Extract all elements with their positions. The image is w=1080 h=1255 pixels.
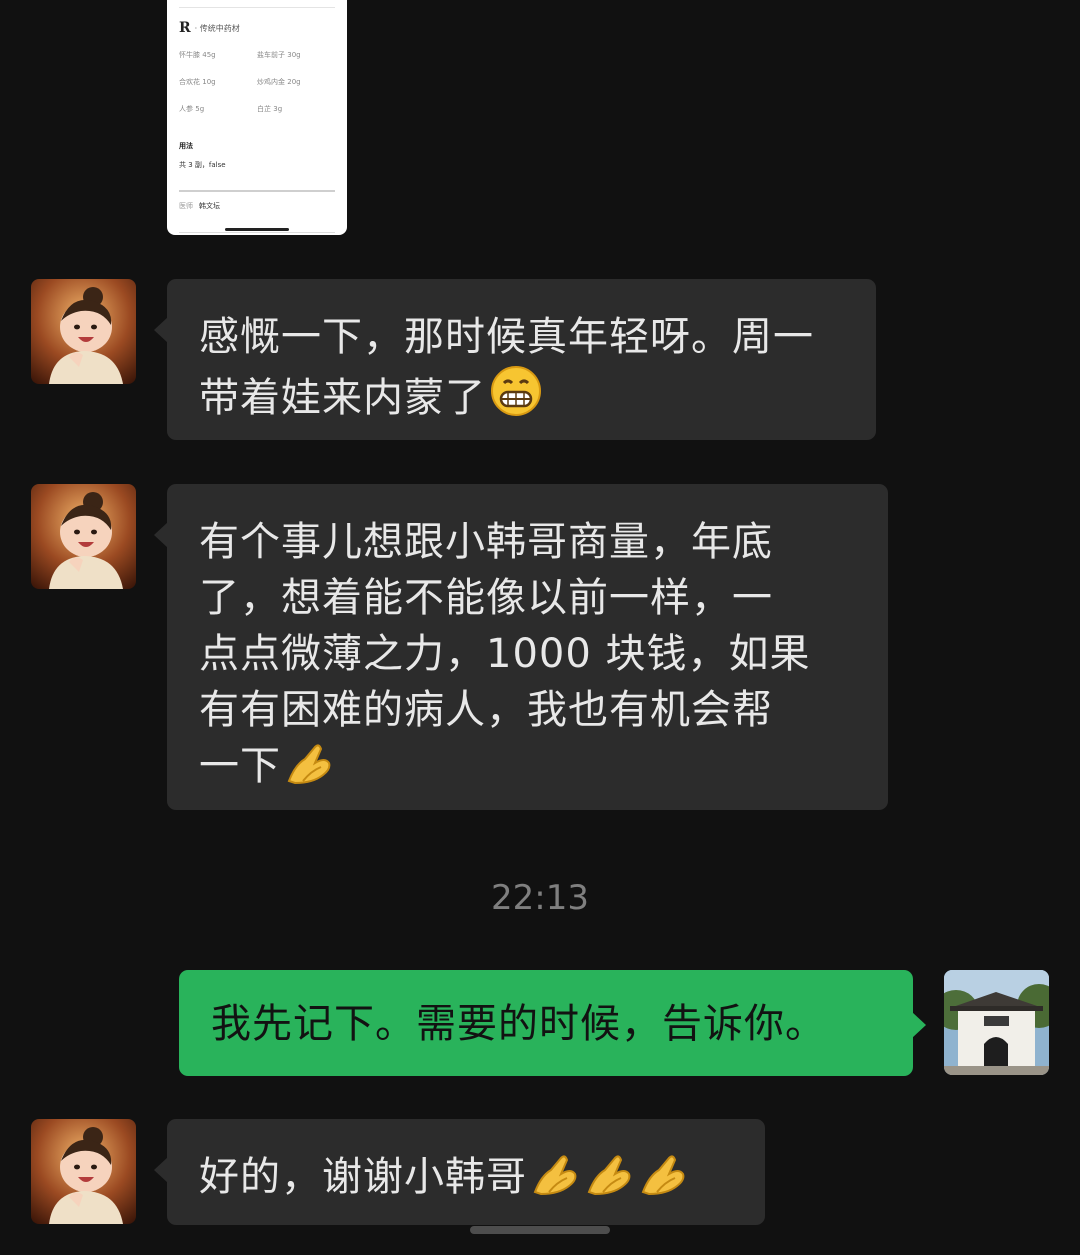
message-line: 有有困难的病人，我也有机会帮 xyxy=(199,687,773,733)
usage-label: 用法 xyxy=(179,142,193,150)
message-line: 点点微薄之力，1000 块钱，如果 xyxy=(199,631,811,677)
divider xyxy=(179,7,335,8)
herb-item: 合欢花 10g xyxy=(179,78,216,86)
divider xyxy=(179,232,335,233)
folded-hands-icon xyxy=(585,1152,635,1211)
message-timestamp: 22:13 xyxy=(491,878,589,918)
herb-item: 怀牛膝 45g xyxy=(179,51,216,59)
herb-item: 人参 5g xyxy=(179,105,205,113)
contact-avatar[interactable] xyxy=(31,1119,136,1224)
prescription-category: · 传统中药材 xyxy=(194,23,240,33)
folded-hands-icon xyxy=(285,741,335,800)
folded-hands-icon xyxy=(531,1152,581,1211)
message-line: 有个事儿想跟小韩哥商量，年底 xyxy=(199,519,773,565)
message-bubble-outgoing[interactable]: 我先记下。需要的时候，告诉你。 xyxy=(179,970,926,1076)
message-text: 好的，谢谢小韩哥 xyxy=(199,1154,527,1200)
herb-item: 炒鸡内金 20g xyxy=(257,78,301,86)
message-line: 一下 xyxy=(199,738,856,800)
message-bubble-incoming[interactable]: 好的，谢谢小韩哥 xyxy=(154,1119,765,1225)
usage-text: 共 3 副，false xyxy=(179,161,226,169)
grinning-face-icon xyxy=(490,365,542,432)
message-line: 了，想着能不能像以前一样，一 xyxy=(199,575,773,621)
message-bubble-incoming[interactable]: 感慨一下，那时候真年轻呀。周一带着娃来内蒙了 xyxy=(154,279,876,440)
folded-hands-icon xyxy=(639,1152,689,1211)
message-bubble-incoming[interactable]: 有个事儿想跟小韩哥商量，年底 了，想着能不能像以前一样，一 点点微薄之力，100… xyxy=(154,484,888,810)
divider xyxy=(179,190,335,192)
prescription-header: R · 传统中药材 xyxy=(179,20,240,36)
rx-symbol: R xyxy=(179,20,191,36)
doctor-label: 医师 xyxy=(179,202,193,210)
home-indicator xyxy=(470,1226,610,1234)
prescription-image[interactable]: R · 传统中药材 怀牛膝 45g 盐车前子 30g 合欢花 10g 炒鸡内金 … xyxy=(167,0,347,235)
message-text: 我先记下。需要的时候，告诉你。 xyxy=(211,1001,826,1047)
contact-avatar[interactable] xyxy=(31,279,136,384)
my-avatar[interactable] xyxy=(944,970,1049,1075)
herb-item: 盐车前子 30g xyxy=(257,51,301,59)
herb-item: 白芷 3g xyxy=(257,105,283,113)
screenshot-home-bar xyxy=(225,228,289,231)
doctor-line: 医师 韩文坛 xyxy=(179,201,220,211)
doctor-name: 韩文坛 xyxy=(199,202,220,210)
contact-avatar[interactable] xyxy=(31,484,136,589)
